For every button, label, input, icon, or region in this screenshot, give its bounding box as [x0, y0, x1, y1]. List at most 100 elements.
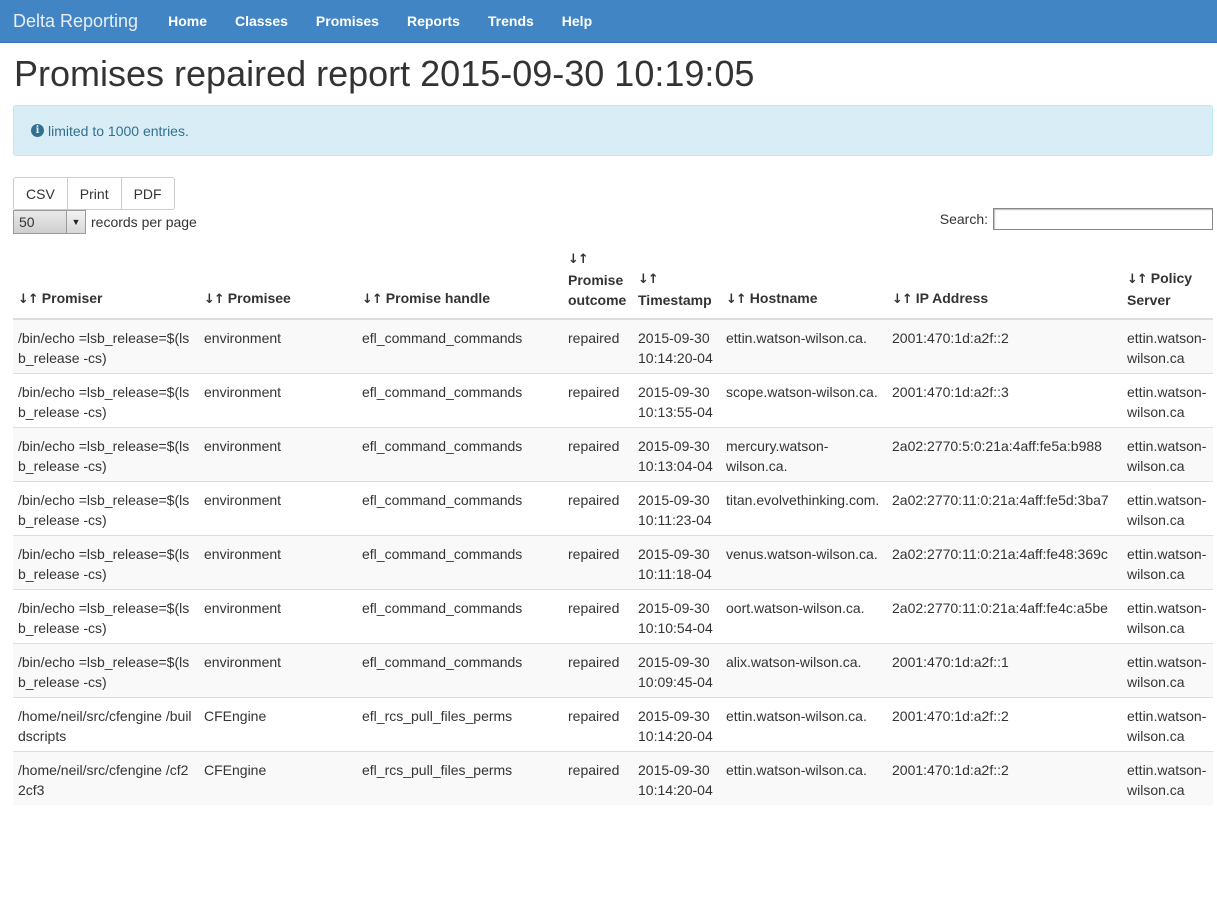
column-header-ip-address[interactable]: ↓↑ IP Address [887, 242, 1122, 320]
nav-trends[interactable]: Trends [488, 13, 534, 29]
cell-policy-server: ettin.watson-wilson.ca [1122, 589, 1213, 644]
cell-hostname: ettin.watson-wilson.ca. [721, 751, 887, 805]
column-header-policy-server[interactable]: ↓↑ Policy Server [1122, 242, 1213, 320]
table-header-row: ↓↑ Promiser ↓↑ Promisee ↓↑ Promise handle ↓… [13, 242, 1213, 320]
column-header-promisee[interactable]: ↓↑ Promisee [199, 242, 357, 320]
column-header-promiser[interactable]: ↓↑ Promiser [13, 242, 199, 320]
cell-timestamp: 2015-09-30 10:13:55-04 [633, 373, 721, 428]
sort-icon: ↓↑ [568, 252, 589, 267]
cell-promisee: environment [199, 535, 357, 590]
cell-promiser: /bin/echo =lsb_release=$(lsb_release -cs… [13, 535, 199, 590]
page-length-control: 50 ▼ records per page [13, 210, 197, 234]
cell-policy-server: ettin.watson-wilson.ca [1122, 643, 1213, 698]
table-row: /bin/echo =lsb_release=$(lsb_release -cs… [13, 318, 1213, 374]
cell-hostname: venus.watson-wilson.ca. [721, 535, 887, 590]
table-row: /bin/echo =lsb_release=$(lsb_release -cs… [13, 373, 1213, 428]
csv-button[interactable]: CSV [14, 178, 68, 209]
page-length-select[interactable]: 50 ▼ [13, 210, 86, 234]
cell-hostname: alix.watson-wilson.ca. [721, 643, 887, 698]
cell-timestamp: 2015-09-30 10:14:20-04 [633, 751, 721, 805]
table-row: /home/neil/src/cfengine /cf22cf3 CFEngine… [13, 751, 1213, 805]
cell-policy-server: ettin.watson-wilson.ca [1122, 427, 1213, 482]
search-control: Search: [940, 208, 1213, 230]
column-header-promise-outcome[interactable]: ↓↑ Promise outcome [563, 242, 633, 320]
cell-promiser: /bin/echo =lsb_release=$(lsb_release -cs… [13, 427, 199, 482]
cell-promiser: /home/neil/src/cfengine /buildscripts [13, 697, 199, 752]
cell-promisee: environment [199, 589, 357, 644]
cell-hostname: ettin.watson-wilson.ca. [721, 697, 887, 752]
cell-policy-server: ettin.watson-wilson.ca [1122, 373, 1213, 428]
cell-policy-server: ettin.watson-wilson.ca [1122, 697, 1213, 752]
table-controls: 50 ▼ records per page Search: [13, 208, 1213, 238]
cell-ip-address: 2001:470:1d:a2f::2 [887, 318, 1122, 374]
cell-policy-server: ettin.watson-wilson.ca [1122, 318, 1213, 374]
cell-promiser: /bin/echo =lsb_release=$(lsb_release -cs… [13, 481, 199, 536]
column-header-timestamp[interactable]: ↓↑ Timestamp [633, 242, 721, 320]
cell-promisee: environment [199, 373, 357, 428]
cell-policy-server: ettin.watson-wilson.ca [1122, 535, 1213, 590]
cell-timestamp: 2015-09-30 10:14:20-04 [633, 697, 721, 752]
cell-promiser: /bin/echo =lsb_release=$(lsb_release -cs… [13, 373, 199, 428]
table-row: /bin/echo =lsb_release=$(lsb_release -cs… [13, 535, 1213, 590]
cell-promise-outcome: repaired [563, 697, 633, 752]
cell-promise-handle: efl_command_commands [357, 481, 563, 536]
nav-home[interactable]: Home [168, 13, 207, 29]
cell-promise-outcome: repaired [563, 481, 633, 536]
top-navbar: Delta Reporting Home Classes Promises Re… [0, 0, 1217, 43]
cell-timestamp: 2015-09-30 10:09:45-04 [633, 643, 721, 698]
cell-hostname: titan.evolvethinking.com. [721, 481, 887, 536]
cell-promisee: environment [199, 427, 357, 482]
cell-ip-address: 2001:470:1d:a2f::3 [887, 373, 1122, 428]
cell-promiser: /bin/echo =lsb_release=$(lsb_release -cs… [13, 589, 199, 644]
table-row: /bin/echo =lsb_release=$(lsb_release -cs… [13, 427, 1213, 482]
cell-ip-address: 2a02:2770:11:0:21a:4aff:fe4c:a5be [887, 589, 1122, 644]
cell-timestamp: 2015-09-30 10:11:18-04 [633, 535, 721, 590]
nav-help[interactable]: Help [562, 13, 592, 29]
nav-promises[interactable]: Promises [316, 13, 379, 29]
sort-icon: ↓↑ [18, 292, 39, 307]
cell-promise-outcome: repaired [563, 643, 633, 698]
cell-promisee: environment [199, 481, 357, 536]
brand-link[interactable]: Delta Reporting [13, 11, 138, 32]
cell-hostname: ettin.watson-wilson.ca. [721, 318, 887, 374]
table-row: /bin/echo =lsb_release=$(lsb_release -cs… [13, 643, 1213, 698]
print-button[interactable]: Print [67, 178, 122, 209]
cell-promise-handle: efl_command_commands [357, 427, 563, 482]
sort-icon: ↓↑ [726, 292, 747, 307]
cell-promise-handle: efl_command_commands [357, 589, 563, 644]
cell-policy-server: ettin.watson-wilson.ca [1122, 751, 1213, 805]
info-alert: i limited to 1000 entries. [13, 105, 1213, 156]
promises-table: ↓↑ Promiser ↓↑ Promisee ↓↑ Promise handle ↓… [13, 242, 1213, 805]
column-header-promise-handle[interactable]: ↓↑ Promise handle [357, 242, 563, 320]
cell-promise-handle: efl_rcs_pull_files_perms [357, 697, 563, 752]
cell-promise-outcome: repaired [563, 535, 633, 590]
cell-promise-outcome: repaired [563, 427, 633, 482]
sort-icon: ↓↑ [1127, 272, 1148, 287]
nav-reports[interactable]: Reports [407, 13, 460, 29]
nav-classes[interactable]: Classes [235, 13, 288, 29]
cell-promise-handle: efl_command_commands [357, 318, 563, 374]
cell-promise-outcome: repaired [563, 373, 633, 428]
cell-promiser: /home/neil/src/cfengine /cf22cf3 [13, 751, 199, 805]
table-row: /bin/echo =lsb_release=$(lsb_release -cs… [13, 589, 1213, 644]
cell-promise-handle: efl_command_commands [357, 373, 563, 428]
sort-icon: ↓↑ [892, 292, 913, 307]
cell-promise-outcome: repaired [563, 318, 633, 374]
dropdown-arrow-icon: ▼ [66, 211, 85, 233]
pdf-button[interactable]: PDF [121, 178, 174, 209]
cell-promise-outcome: repaired [563, 751, 633, 805]
column-header-hostname[interactable]: ↓↑ Hostname [721, 242, 887, 320]
cell-ip-address: 2001:470:1d:a2f::2 [887, 751, 1122, 805]
page-length-value: 50 [19, 214, 35, 230]
cell-promisee: environment [199, 318, 357, 374]
page-length-label: records per page [91, 214, 197, 230]
cell-promisee: CFEngine [199, 751, 357, 805]
table-body: /bin/echo =lsb_release=$(lsb_release -cs… [13, 318, 1213, 805]
cell-promiser: /bin/echo =lsb_release=$(lsb_release -cs… [13, 318, 199, 374]
cell-policy-server: ettin.watson-wilson.ca [1122, 481, 1213, 536]
search-input[interactable] [993, 208, 1213, 230]
table-row: /home/neil/src/cfengine /buildscripts CFE… [13, 697, 1213, 752]
cell-timestamp: 2015-09-30 10:11:23-04 [633, 481, 721, 536]
page-title: Promises repaired report 2015-09-30 10:1… [14, 53, 755, 94]
sort-icon: ↓↑ [204, 292, 225, 307]
